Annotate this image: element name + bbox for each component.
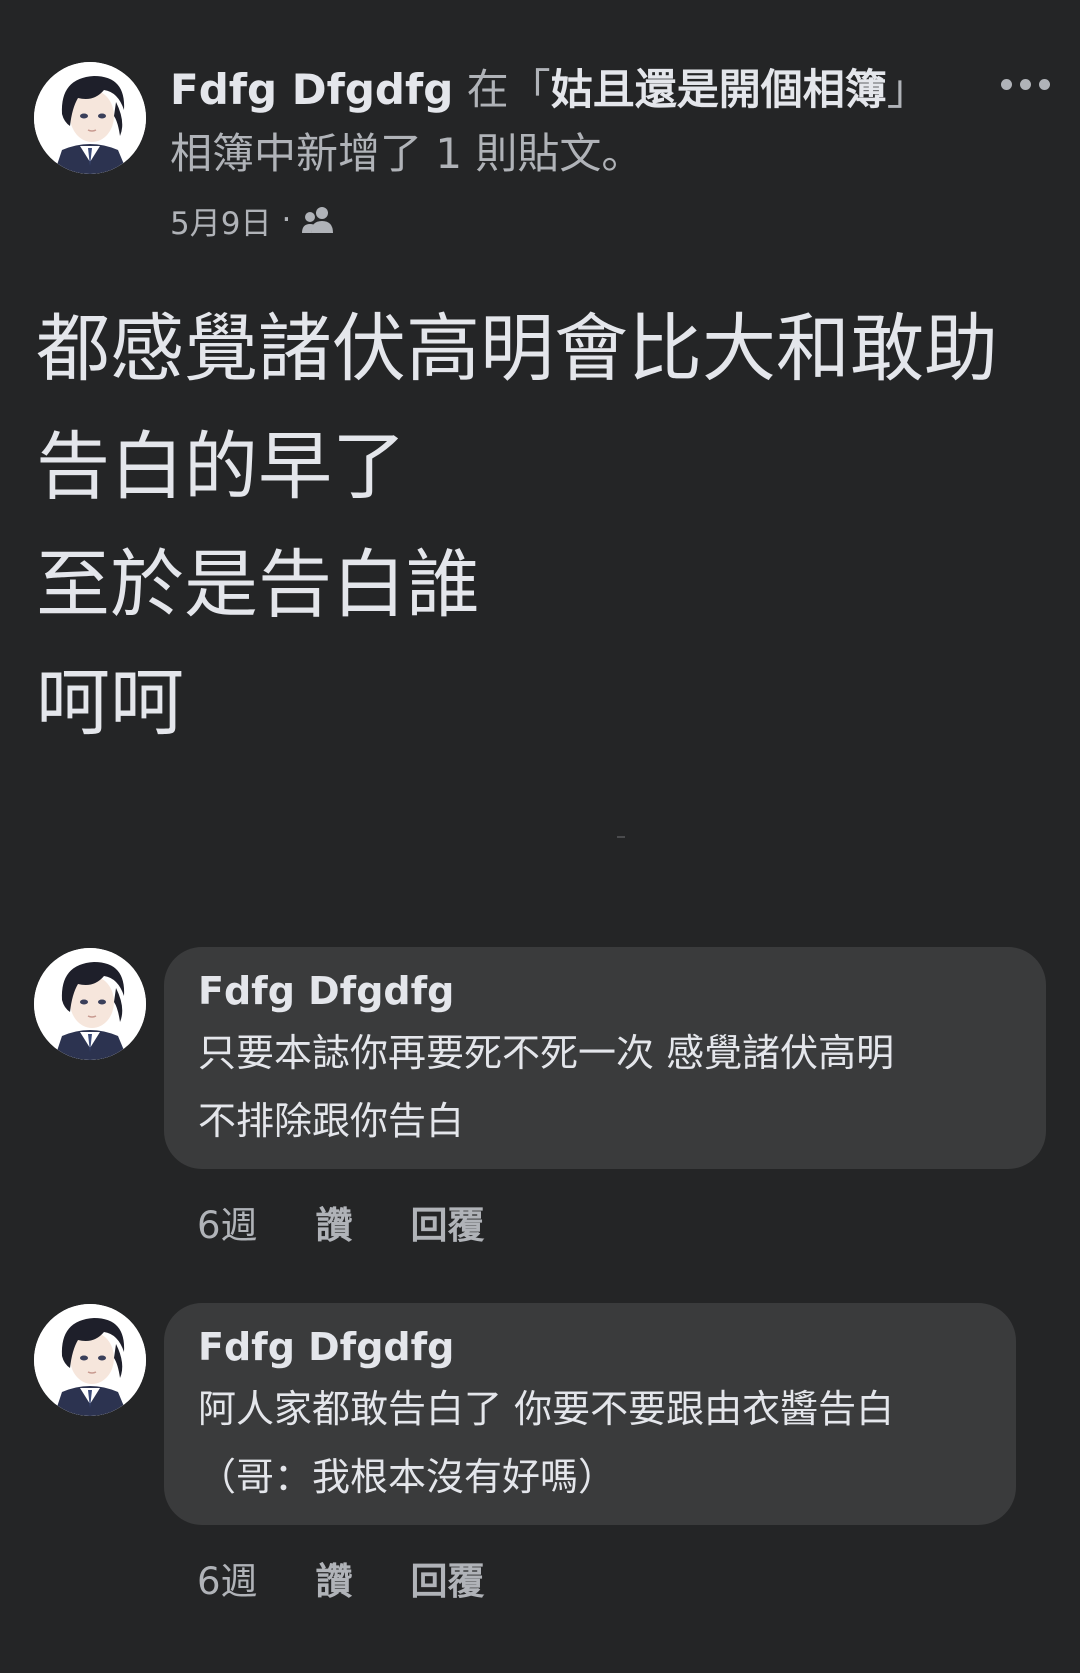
comment-text-line: 只要本誌你再要死不死一次 感覺諸伏高明 xyxy=(198,1031,895,1075)
comment-time[interactable]: 6週 xyxy=(197,1195,258,1249)
comment-text: 阿人家都敢告白了 你要不要跟由衣醬告白 （哥：我根本沒有好嗎） xyxy=(198,1375,982,1511)
post-header-prefix: 在「 xyxy=(453,65,551,114)
post-header: Fdfg Dfgdfg 在「姑且還是開個相簿」相簿中新增了 1 則貼文。 xyxy=(170,58,960,186)
post-author-name[interactable]: Fdfg Dfgdfg xyxy=(170,65,453,114)
comment-text-line: （哥：我根本沒有好嗎） xyxy=(198,1455,617,1499)
like-button[interactable]: 讚 xyxy=(316,1195,353,1249)
post-author-avatar[interactable] xyxy=(34,62,146,174)
like-button[interactable]: 讚 xyxy=(316,1551,353,1605)
more-options-button[interactable] xyxy=(990,62,1060,106)
comment-time[interactable]: 6週 xyxy=(197,1551,258,1605)
comment-actions: 6週 讚 回覆 xyxy=(197,1195,485,1249)
comment-author-avatar[interactable] xyxy=(34,1304,146,1416)
comment-author-name[interactable]: Fdfg Dfgdfg xyxy=(198,967,1012,1015)
post-body: 都感覺諸伏高明會比大和敢助 告白的早了 至於是告白誰 呵呵 xyxy=(36,290,1046,762)
comment-text: 只要本誌你再要死不死一次 感覺諸伏高明 不排除跟你告白 xyxy=(198,1019,1012,1155)
comment-author-avatar[interactable] xyxy=(34,948,146,1060)
post-body-line: 告白的早了 xyxy=(36,424,406,510)
avatar-image xyxy=(34,62,146,174)
meta-separator: · xyxy=(281,202,292,238)
comment-text-line: 阿人家都敢告白了 你要不要跟由衣醬告白 xyxy=(198,1387,895,1431)
avatar-image xyxy=(34,1304,146,1416)
album-link[interactable]: 姑且還是開個相簿 xyxy=(551,65,887,114)
comment-bubble: Fdfg Dfgdfg 阿人家都敢告白了 你要不要跟由衣醬告白 （哥：我根本沒有… xyxy=(164,1303,1016,1525)
post-date[interactable]: 5月9日 xyxy=(170,198,271,243)
more-dot xyxy=(1000,78,1012,90)
more-dot xyxy=(1038,78,1050,90)
avatar-image xyxy=(34,948,146,1060)
post-body-line: 呵呵 xyxy=(36,660,184,746)
reply-button[interactable]: 回覆 xyxy=(411,1551,485,1605)
post-meta: 5月9日 · xyxy=(170,198,335,242)
reply-button[interactable]: 回覆 xyxy=(411,1195,485,1249)
divider-mark xyxy=(617,836,625,838)
post-body-line: 都感覺諸伏高明會比大和敢助 xyxy=(36,306,998,392)
comment-bubble: Fdfg Dfgdfg 只要本誌你再要死不死一次 感覺諸伏高明 不排除跟你告白 xyxy=(164,947,1046,1169)
comment-text-line: 不排除跟你告白 xyxy=(198,1099,465,1143)
friends-icon[interactable] xyxy=(301,205,335,235)
comment-actions: 6週 讚 回覆 xyxy=(197,1551,485,1605)
more-dot xyxy=(1019,78,1031,90)
comment-author-name[interactable]: Fdfg Dfgdfg xyxy=(198,1323,982,1371)
post-body-line: 至於是告白誰 xyxy=(36,542,480,628)
